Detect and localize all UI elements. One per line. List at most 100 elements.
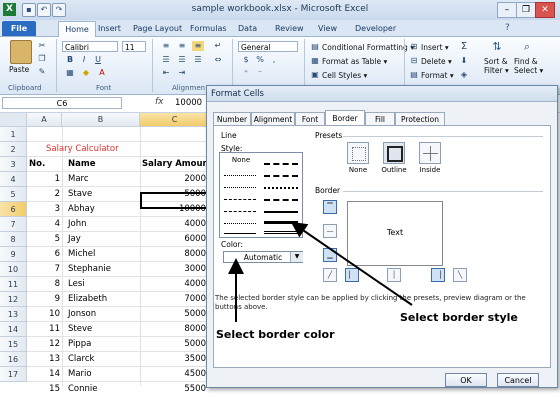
- cell-salary[interactable]: 8000: [140, 247, 206, 262]
- border-top-button[interactable]: ▔: [323, 200, 337, 214]
- tab-view[interactable]: View: [318, 22, 337, 35]
- cell-name[interactable]: Marc: [68, 172, 89, 187]
- cell-name[interactable]: Pippa: [68, 337, 91, 352]
- tab-protection[interactable]: Protection: [395, 112, 445, 125]
- border-left-button[interactable]: ▏: [345, 268, 359, 282]
- tab-developer[interactable]: Developer: [355, 22, 396, 35]
- format-as-table-button[interactable]: Format as Table ▾: [322, 57, 387, 66]
- increase-indent-icon[interactable]: ⇥: [176, 68, 188, 78]
- align-bottom-icon[interactable]: ≡: [192, 41, 204, 51]
- tab-page-layout[interactable]: Page Layout: [133, 22, 182, 35]
- tab-alignment[interactable]: Alignment: [251, 112, 295, 125]
- line-style-option[interactable]: [264, 187, 298, 189]
- line-style-option[interactable]: [264, 231, 298, 234]
- border-preview[interactable]: Text: [347, 201, 443, 266]
- cell-no[interactable]: 14: [27, 367, 60, 382]
- line-style-option[interactable]: [224, 187, 256, 188]
- tab-file[interactable]: File: [2, 21, 36, 36]
- cell-name[interactable]: Jay: [68, 232, 81, 247]
- clear-icon[interactable]: ◈: [458, 70, 470, 80]
- minimize-button[interactable]: –: [497, 2, 517, 18]
- border-right-button[interactable]: ▕: [431, 268, 445, 282]
- tab-number[interactable]: Number: [213, 112, 251, 125]
- border-bottom-button[interactable]: ▁: [323, 248, 337, 262]
- tab-formulas[interactable]: Formulas: [190, 22, 227, 35]
- column-header-a[interactable]: A: [27, 113, 62, 127]
- cell-salary[interactable]: 6000: [140, 232, 206, 247]
- restore-button[interactable]: ❐: [516, 2, 536, 18]
- cell-salary[interactable]: 8000: [140, 322, 206, 337]
- format-painter-icon[interactable]: ✎: [36, 67, 48, 77]
- row-header[interactable]: 14: [0, 322, 27, 337]
- column-header-c[interactable]: C: [140, 113, 210, 127]
- align-middle-icon[interactable]: ≡: [176, 41, 188, 51]
- delete-cells-button[interactable]: Delete ▾: [421, 57, 452, 66]
- cell-no[interactable]: 5: [27, 232, 60, 247]
- name-box[interactable]: C6: [2, 97, 122, 109]
- align-center-icon[interactable]: ☰: [176, 55, 188, 65]
- cell-name[interactable]: Lesi: [68, 277, 85, 292]
- row-header[interactable]: 4: [0, 172, 27, 187]
- cell-name[interactable]: Abhay: [68, 202, 95, 217]
- tab-font[interactable]: Font: [295, 112, 325, 125]
- cell-no[interactable]: 8: [27, 277, 60, 292]
- border-middle-button[interactable]: —: [323, 224, 337, 238]
- preset-outline-button[interactable]: [383, 142, 405, 164]
- cell-no[interactable]: 4: [27, 217, 60, 232]
- tab-home[interactable]: Home: [58, 21, 96, 37]
- cell-name[interactable]: Jonson: [68, 307, 96, 322]
- tab-fill[interactable]: Fill: [365, 112, 395, 125]
- number-format-select[interactable]: General: [238, 41, 298, 52]
- row-header[interactable]: 17: [0, 367, 27, 382]
- cell-salary[interactable]: 3500: [140, 352, 206, 367]
- copy-icon[interactable]: ❐: [36, 54, 48, 64]
- font-name-select[interactable]: Calibri: [62, 41, 118, 52]
- comma-style-icon[interactable]: ,: [268, 55, 280, 65]
- cell-name[interactable]: Elizabeth: [68, 292, 107, 307]
- cell-name[interactable]: Mario: [68, 367, 92, 382]
- cancel-button[interactable]: Cancel: [497, 373, 539, 387]
- line-style-option[interactable]: [224, 211, 256, 212]
- cell-styles-button[interactable]: Cell Styles ▾: [322, 71, 367, 80]
- cell-no[interactable]: 11: [27, 322, 60, 337]
- cell-salary[interactable]: 7000: [140, 292, 206, 307]
- chevron-down-icon[interactable]: ▼: [290, 252, 303, 262]
- header-name[interactable]: Name: [68, 157, 95, 172]
- help-icon[interactable]: ?: [505, 23, 510, 33]
- cell-salary[interactable]: 3000: [140, 262, 206, 277]
- borders-icon[interactable]: ▦: [64, 68, 76, 78]
- font-color-icon[interactable]: A: [96, 68, 108, 78]
- cell-no[interactable]: 10: [27, 307, 60, 322]
- preset-none-button[interactable]: [347, 142, 369, 164]
- cell-name[interactable]: Connie: [68, 382, 98, 397]
- select-all-corner[interactable]: [0, 113, 27, 127]
- row-header[interactable]: 11: [0, 277, 27, 292]
- cell-salary[interactable]: 4000: [140, 217, 206, 232]
- align-top-icon[interactable]: ≡: [160, 41, 172, 51]
- row-header[interactable]: 9: [0, 247, 27, 262]
- preset-inside-button[interactable]: [419, 142, 441, 164]
- wrap-text-icon[interactable]: ↵: [212, 41, 224, 51]
- autosum-icon[interactable]: Σ: [458, 42, 470, 52]
- line-style-none[interactable]: None: [223, 156, 259, 164]
- cell-salary[interactable]: 2000: [140, 172, 206, 187]
- column-header-b[interactable]: B: [62, 113, 140, 127]
- border-diagonal-up-button[interactable]: ╱: [323, 268, 337, 282]
- font-size-select[interactable]: 11: [122, 41, 146, 52]
- fill-color-icon[interactable]: ◆: [80, 68, 92, 78]
- cell-no[interactable]: 6: [27, 247, 60, 262]
- tab-data[interactable]: Data: [238, 22, 257, 35]
- conditional-formatting-button[interactable]: Conditional Formatting ▾: [322, 43, 414, 52]
- formula-input[interactable]: 10000: [175, 98, 202, 108]
- cell-name[interactable]: Stephanie: [68, 262, 111, 277]
- row-header[interactable]: 13: [0, 307, 27, 322]
- paste-button[interactable]: Paste: [9, 65, 29, 74]
- cell-salary[interactable]: 4000: [140, 277, 206, 292]
- format-cells-button[interactable]: Format ▾: [421, 71, 454, 80]
- cell-name[interactable]: Steve: [68, 322, 92, 337]
- cell-no[interactable]: 12: [27, 337, 60, 352]
- align-right-icon[interactable]: ☰: [192, 55, 204, 65]
- bold-button[interactable]: B: [64, 55, 76, 65]
- find-select-button-line2[interactable]: Select ▾: [514, 66, 543, 75]
- cell-name[interactable]: Clarck: [68, 352, 94, 367]
